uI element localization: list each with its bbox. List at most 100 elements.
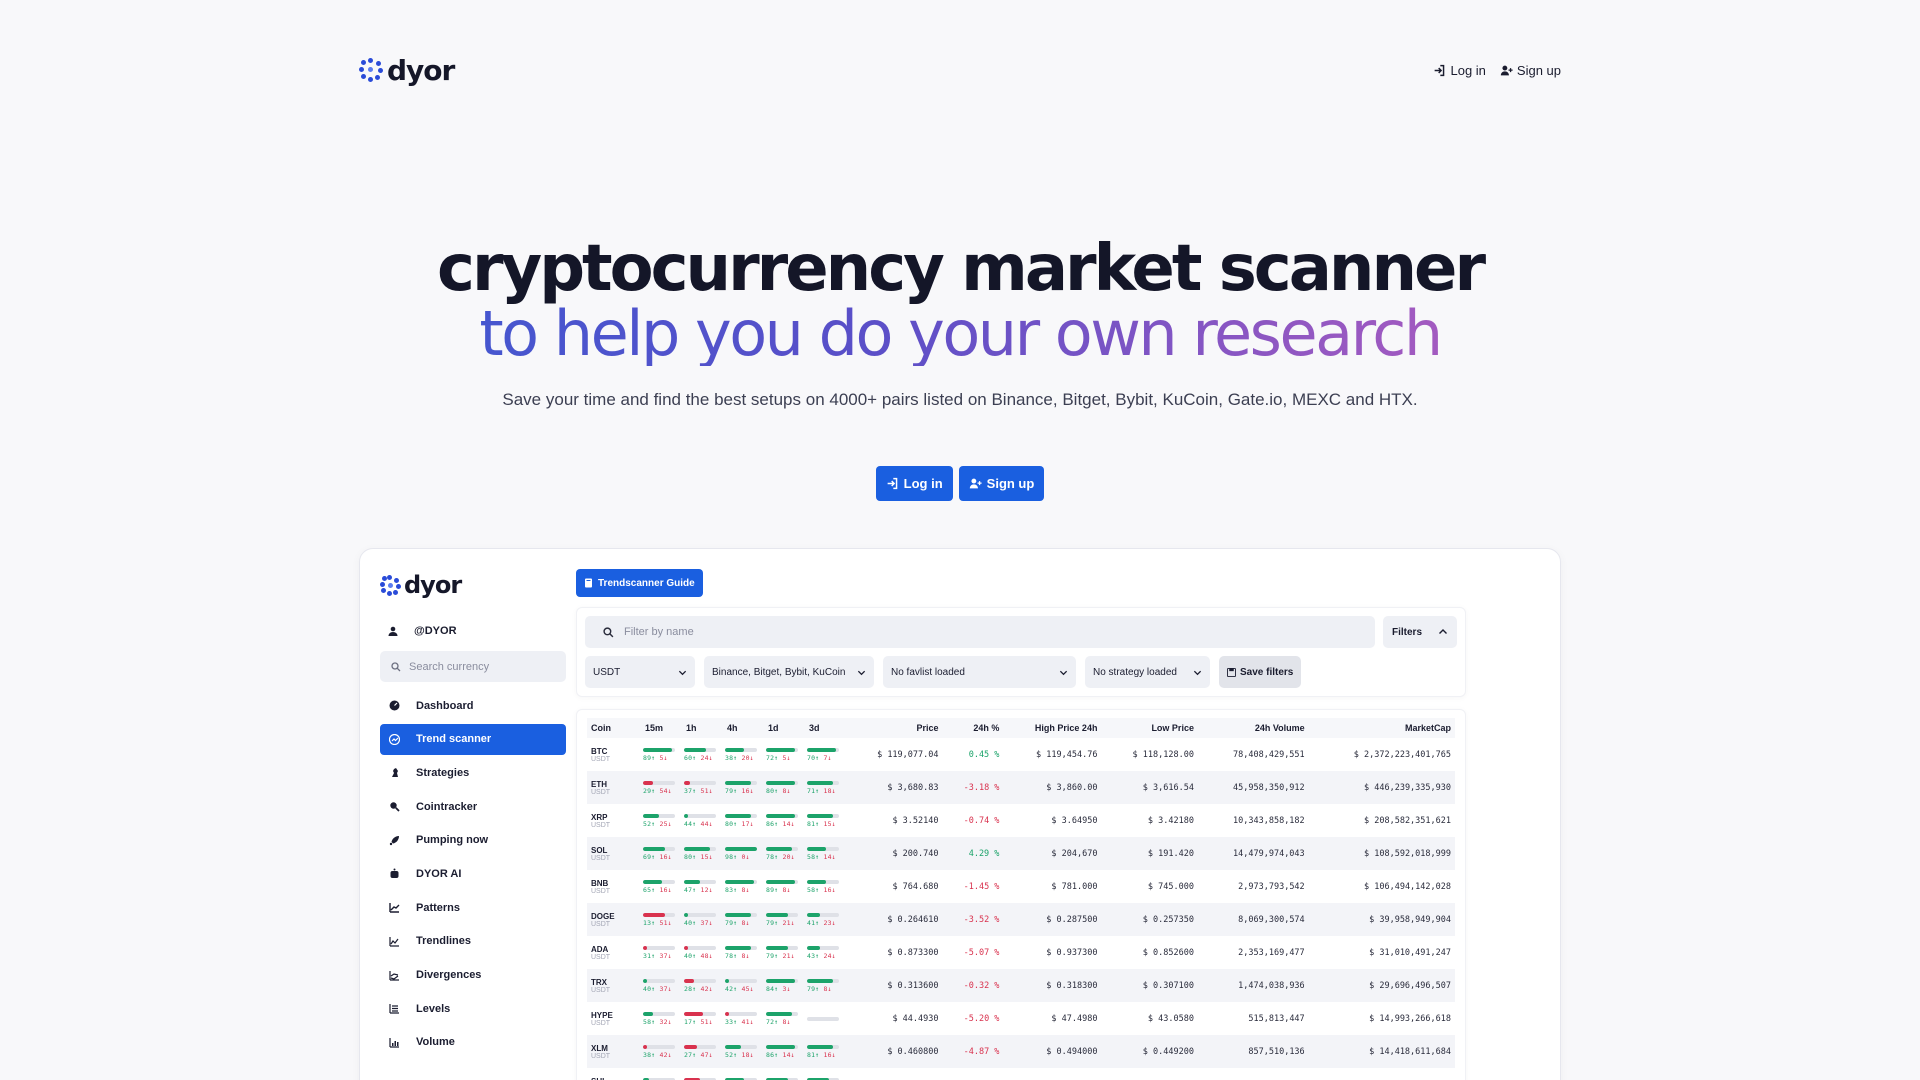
sidebar-item-divergences[interactable]: Divergences bbox=[380, 960, 566, 991]
column-header-price[interactable]: Price bbox=[846, 718, 943, 738]
trend-counts: 47↑ 12↓ bbox=[684, 885, 713, 894]
column-header-1d[interactable]: 1d bbox=[764, 718, 805, 738]
sidebar-item-cointracker[interactable]: Cointracker bbox=[380, 791, 566, 822]
sidebar-item-strategies[interactable]: Strategies bbox=[380, 757, 566, 788]
trend-bar bbox=[643, 846, 675, 851]
coin-cell[interactable]: ADA USDT bbox=[587, 936, 641, 969]
price-cell: $ 0.873300 bbox=[887, 947, 939, 958]
trend-cell: 43↑ 24↓ bbox=[805, 936, 846, 969]
trend-bar-fill bbox=[643, 978, 647, 983]
filter-panel: Filter by name Filters USDT Binance, Bit… bbox=[576, 607, 1466, 697]
app-logo[interactable]: dyor bbox=[380, 571, 566, 599]
column-header-3d[interactable]: 3d bbox=[805, 718, 846, 738]
table-row[interactable]: XLM USDT 38↑ 42↓ 27↑ 47↓ 52↑ 18↓ 86↑ 14↓ 81↑ 1… bbox=[587, 1035, 1455, 1068]
table-row[interactable]: BNB USDT 65↑ 16↓ 47↑ 12↓ 83↑ 8↓ 89↑ 8↓ 58↑ 16↓… bbox=[587, 870, 1455, 903]
trend-bar bbox=[766, 813, 798, 818]
trend-bar-fill bbox=[766, 879, 795, 884]
column-header-high-price-24h[interactable]: High Price 24h bbox=[1003, 718, 1102, 738]
trend-cell: 40↑ 37↓ bbox=[641, 969, 682, 1002]
coin-cell[interactable]: SOL USDT bbox=[587, 837, 641, 870]
table-row[interactable]: SOL USDT 69↑ 16↓ 80↑ 15↓ 98↑ 0↓ 78↑ 20↓ 58↑ 14… bbox=[587, 837, 1455, 870]
filters-label: Filters bbox=[1392, 626, 1423, 638]
levels-icon bbox=[389, 1004, 399, 1014]
coin-cell[interactable]: TRX USDT bbox=[587, 969, 641, 1002]
sidebar-item-pumping-now[interactable]: Pumping now bbox=[380, 825, 566, 856]
trend-cell: 29↑ 54↓ bbox=[641, 771, 682, 804]
low-price-cell: $ 0.257350 bbox=[1101, 903, 1198, 936]
table-row[interactable]: BTC USDT 89↑ 5↓ 60↑ 24↓ 38↑ 20↓ 72↑ 5↓ 70↑ 7↓ $… bbox=[587, 738, 1455, 771]
column-header-1h[interactable]: 1h bbox=[682, 718, 723, 738]
user-profile[interactable]: @DYOR bbox=[380, 625, 566, 637]
sidebar-item-label: Pumping now bbox=[416, 834, 489, 847]
hero-login-label: Log in bbox=[903, 476, 943, 491]
strategy-select[interactable]: No strategy loaded bbox=[1085, 656, 1210, 688]
app-sidebar: dyor @DYOR Search currency Dashboard Tren… bbox=[380, 571, 566, 1061]
trend-cell: 69↑ 16↓ bbox=[641, 837, 682, 870]
table-row[interactable]: SUIUSDT40↑ 30↓20↑ 45↓60↑ 20↓70↑ 15↓70↑ 1… bbox=[587, 1068, 1455, 1080]
trend-counts: 78↑ 20↓ bbox=[766, 852, 795, 861]
coin-cell[interactable]: BNB USDT bbox=[587, 870, 641, 903]
trend-bar-fill bbox=[766, 945, 789, 950]
sidebar-item-volume[interactable]: Volume bbox=[380, 1027, 566, 1058]
sidebar-item-dashboard[interactable]: Dashboard bbox=[380, 690, 566, 721]
column-header-24h-volume[interactable]: 24h Volume bbox=[1197, 718, 1309, 738]
coin-cell[interactable]: BTC USDT bbox=[587, 738, 641, 771]
table-row[interactable]: ETH USDT 29↑ 54↓ 37↑ 51↓ 79↑ 16↓ 80↑ 8↓ 71↑ 18… bbox=[587, 771, 1455, 804]
app-preview: dyor @DYOR Search currency Dashboard Tren… bbox=[359, 548, 1561, 1080]
column-header-low-price[interactable]: Low Price bbox=[1101, 718, 1198, 738]
hero-login-button[interactable]: Log in bbox=[875, 466, 953, 501]
volume-cell: 1,474,038,936 bbox=[1197, 969, 1309, 1002]
trend-bar bbox=[766, 780, 798, 785]
currency-search-input[interactable]: Search currency bbox=[380, 651, 566, 682]
coin-cell[interactable]: DOGE USDT bbox=[587, 903, 641, 936]
trend-cell: 79↑ 21↓ bbox=[764, 903, 805, 936]
marketcap-cell: $ 14,418,611,684 bbox=[1308, 1035, 1455, 1068]
trend-bar-fill bbox=[766, 846, 792, 851]
coin-cell[interactable]: XRP USDT bbox=[587, 804, 641, 837]
quote-currency-select[interactable]: USDT bbox=[585, 656, 695, 688]
strategy-value: No strategy loaded bbox=[1093, 666, 1177, 678]
coin-cell[interactable]: SUIUSDT bbox=[587, 1068, 641, 1080]
trend-bar-fill bbox=[725, 780, 751, 785]
coin-quote: USDT bbox=[591, 986, 611, 994]
table-row[interactable]: HYPE USDT 58↑ 32↓ 17↑ 51↓ 33↑ 41↓ 72↑ 8↓ $ 44.… bbox=[587, 1002, 1455, 1035]
hero-signup-button[interactable]: Sign up bbox=[958, 466, 1045, 501]
trend-cell: 80↑ 17↓ bbox=[723, 804, 764, 837]
table-row[interactable]: DOGE USDT 13↑ 51↓ 40↑ 37↓ 79↑ 8↓ 79↑ 21↓ 41↑ 2… bbox=[587, 903, 1455, 936]
column-header-15m[interactable]: 15m bbox=[641, 718, 682, 738]
dyor-logo[interactable]: dyor bbox=[359, 54, 455, 87]
favlist-select[interactable]: No favlist loaded bbox=[883, 656, 1076, 688]
coin-quote: USDT bbox=[591, 788, 611, 796]
trend-bar-fill bbox=[684, 747, 707, 752]
guide-button-label: Trendscanner Guide bbox=[598, 577, 695, 589]
sidebar-item-patterns[interactable]: Patterns bbox=[380, 892, 566, 923]
trend-bar-fill bbox=[684, 945, 688, 950]
trend-cell: 47↑ 12↓ bbox=[682, 870, 723, 903]
trend-counts: 72↑ 5↓ bbox=[766, 753, 791, 762]
table-row[interactable]: TRX USDT 40↑ 37↓ 28↑ 42↓ 42↑ 45↓ 84↑ 3↓ 79↑ 8↓… bbox=[587, 969, 1455, 1002]
save-filters-button[interactable]: Save filters bbox=[1219, 656, 1302, 688]
filters-toggle-button[interactable]: Filters bbox=[1383, 616, 1457, 648]
column-header-marketcap[interactable]: MarketCap bbox=[1308, 718, 1455, 738]
sidebar-item-trendlines[interactable]: Trendlines bbox=[380, 926, 566, 957]
column-header-4h[interactable]: 4h bbox=[723, 718, 764, 738]
exchanges-value: Binance, Bitget, Bybit, KuCoin bbox=[712, 666, 846, 678]
coin-cell[interactable]: HYPE USDT bbox=[587, 1002, 641, 1035]
filter-by-name-input[interactable]: Filter by name bbox=[585, 616, 1375, 648]
login-link[interactable]: Log in bbox=[1433, 63, 1486, 78]
trendscanner-guide-button[interactable]: Trendscanner Guide bbox=[576, 569, 703, 597]
column-header-coin[interactable]: Coin bbox=[587, 718, 641, 738]
table-row[interactable]: XRP USDT 52↑ 25↓ 44↑ 44↓ 80↑ 17↓ 86↑ 14↓ 81↑ 1… bbox=[587, 804, 1455, 837]
coin-cell[interactable]: ETH USDT bbox=[587, 771, 641, 804]
coin-cell[interactable]: XLM USDT bbox=[587, 1035, 641, 1068]
table-header-row: Coin 15m 1h 4h 1d 3d Price 24h % High Price 24h L… bbox=[587, 718, 1455, 738]
sidebar-item-trend-scanner[interactable]: Trend scanner bbox=[380, 723, 566, 755]
column-header-24h-[interactable]: 24h % bbox=[942, 718, 1004, 738]
volume-cell: 2,353,169,477 bbox=[1238, 947, 1305, 958]
exchanges-select[interactable]: Binance, Bitget, Bybit, KuCoin bbox=[704, 656, 874, 688]
table-row[interactable]: ADA USDT 31↑ 37↓ 40↑ 48↓ 78↑ 8↓ 79↑ 21↓ 43↑ 24… bbox=[587, 936, 1455, 969]
signup-link[interactable]: Sign up bbox=[1500, 63, 1561, 78]
trend-bar bbox=[766, 879, 798, 884]
sidebar-item-levels[interactable]: Levels bbox=[380, 993, 566, 1024]
sidebar-item-dyor-ai[interactable]: DYOR AI bbox=[380, 858, 566, 889]
